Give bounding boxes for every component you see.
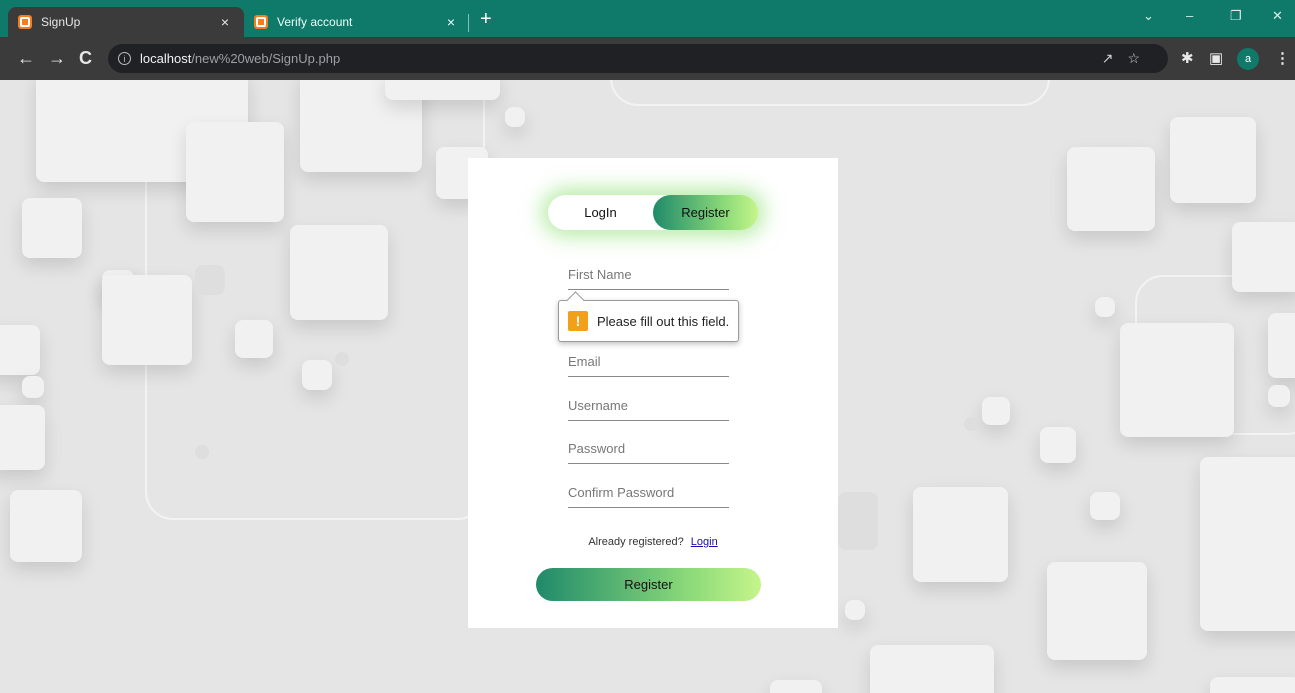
decor-square (22, 376, 44, 398)
login-link[interactable]: Login (691, 536, 718, 548)
browser-toolbar: ← → C i localhost /new%20web/SignUp.php … (0, 37, 1295, 80)
confirm-password-input[interactable] (568, 478, 729, 507)
back-arrow-icon[interactable]: ← (17, 47, 35, 69)
login-register-toggle: LogIn Register (548, 195, 758, 230)
decor-square (1170, 117, 1256, 203)
url-host: localhost (140, 51, 192, 66)
tab-verify-account[interactable]: Verify account × (244, 7, 470, 37)
email-field (568, 347, 729, 377)
decor-square (1200, 457, 1295, 631)
share-bookmark-icons[interactable]: ↗☆ (1102, 50, 1154, 67)
xampp-favicon-icon (254, 15, 268, 29)
restore-icon[interactable]: ❐ (1230, 8, 1242, 24)
signup-card: LogIn Register ! Please fill out this fi… (468, 158, 838, 628)
validation-tooltip: ! Please fill out this field. (558, 300, 739, 342)
decor-square (10, 490, 82, 562)
decor-square (0, 405, 45, 470)
tab-search-chevron-icon[interactable]: ⌄ (1143, 8, 1154, 24)
close-tab-icon[interactable]: × (442, 14, 460, 30)
decor-square (290, 225, 388, 320)
confirm-password-field (568, 478, 729, 508)
address-bar[interactable]: i localhost /new%20web/SignUp.php ↗☆ (108, 44, 1168, 73)
username-input[interactable] (568, 391, 729, 420)
url-path: /new%20web/SignUp.php (191, 51, 341, 66)
extensions-puzzle-icon[interactable]: ✱ (1181, 49, 1194, 67)
decor-square (102, 275, 192, 365)
decor-square (1268, 313, 1295, 378)
tab-signup[interactable]: SignUp × (8, 7, 244, 37)
decor-square (302, 360, 332, 390)
register-submit-button[interactable]: Register (536, 568, 761, 601)
decor-square (195, 445, 209, 459)
tab-title: Verify account (277, 15, 353, 29)
warning-icon: ! (568, 311, 588, 331)
menu-kebab-icon[interactable]: ⋮ (1275, 49, 1290, 67)
toggle-register-option[interactable]: Register (653, 195, 758, 230)
validation-message: Please fill out this field. (597, 313, 730, 329)
password-field (568, 434, 729, 464)
decor-square (195, 265, 225, 295)
decor-square (982, 397, 1010, 425)
page-background: LogIn Register ! Please fill out this fi… (0, 80, 1295, 693)
profile-avatar[interactable]: a (1237, 48, 1259, 70)
username-field (568, 391, 729, 421)
tab-title: SignUp (41, 15, 81, 29)
already-registered-text: Already registered? (588, 536, 684, 548)
close-tab-icon[interactable]: × (216, 14, 234, 30)
decor-square (845, 600, 865, 620)
decor-square (1067, 147, 1155, 231)
decor-square (1232, 222, 1295, 292)
decor-square (335, 352, 349, 366)
decor-square (770, 680, 822, 693)
reload-icon[interactable]: C (79, 47, 92, 69)
email-input[interactable] (568, 347, 729, 376)
toggle-login-option[interactable]: LogIn (548, 195, 653, 230)
decor-ring (610, 80, 1050, 106)
decor-square (505, 107, 525, 127)
decor-square (1047, 562, 1147, 660)
already-registered-row: Already registered? Login (468, 536, 838, 548)
decor-square (1090, 492, 1120, 520)
forward-arrow-icon[interactable]: → (48, 47, 66, 69)
first-name-field (568, 260, 729, 290)
browser-tab-strip: SignUp × Verify account × + ⌄ – ❐ ✕ (0, 0, 1295, 37)
decor-square (22, 198, 82, 258)
decor-square (235, 320, 273, 358)
decor-square (385, 80, 500, 100)
new-tab-button[interactable]: + (480, 9, 492, 29)
first-name-input[interactable] (568, 260, 729, 289)
decor-square (913, 487, 1008, 582)
side-panel-icon[interactable]: ▣ (1209, 49, 1223, 67)
decor-square (964, 417, 978, 431)
close-window-icon[interactable]: ✕ (1272, 8, 1283, 24)
password-input[interactable] (568, 434, 729, 463)
tab-separator (468, 14, 469, 32)
decor-square (1210, 677, 1295, 693)
xampp-favicon-icon (18, 15, 32, 29)
decor-square (0, 325, 40, 375)
decor-square (838, 492, 878, 550)
decor-square (1040, 427, 1076, 463)
site-info-icon[interactable]: i (118, 52, 131, 65)
decor-square (1120, 323, 1234, 437)
decor-square (870, 645, 994, 693)
decor-square (1268, 385, 1290, 407)
decor-square (1095, 297, 1115, 317)
minimize-icon[interactable]: – (1186, 8, 1193, 23)
decor-square (186, 122, 284, 222)
